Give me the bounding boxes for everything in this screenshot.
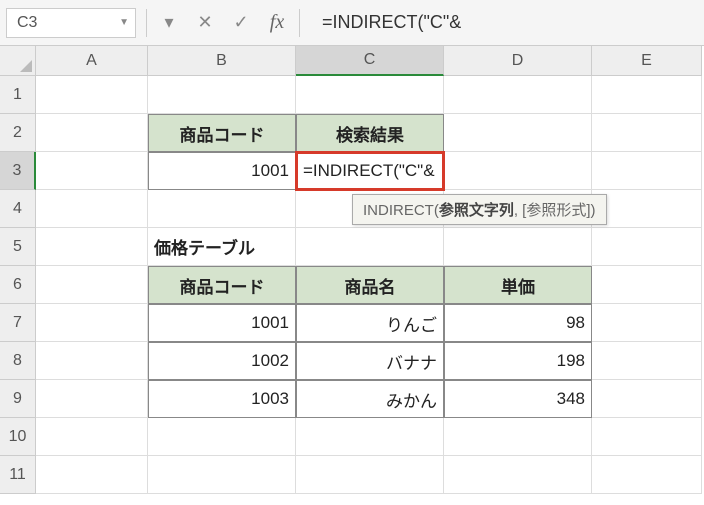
- row-header[interactable]: 9: [0, 380, 36, 418]
- cell[interactable]: [444, 152, 592, 190]
- cell[interactable]: [444, 456, 592, 494]
- cell[interactable]: [592, 190, 702, 228]
- cell[interactable]: [444, 114, 592, 152]
- cell[interactable]: [592, 418, 702, 456]
- cell[interactable]: [148, 418, 296, 456]
- row-headers: 1 2 3 4 5 6 7 8 9 10 11: [0, 76, 36, 494]
- formula-bar: C3 ▼ ▾ ✕ ✓ fx =INDIRECT("C"&: [0, 0, 704, 46]
- cell[interactable]: バナナ: [296, 342, 444, 380]
- cell[interactable]: [36, 228, 148, 266]
- cell[interactable]: [148, 190, 296, 228]
- cell[interactable]: [36, 190, 148, 228]
- cell[interactable]: [36, 152, 148, 190]
- cancel-icon[interactable]: ✕: [187, 0, 223, 46]
- cell[interactable]: [592, 456, 702, 494]
- cell[interactable]: みかん: [296, 380, 444, 418]
- cell[interactable]: [592, 228, 702, 266]
- cell[interactable]: [296, 456, 444, 494]
- spreadsheet: A B C D E 1 2 3 4 5 6 7 8 9 10 11: [0, 46, 704, 494]
- cell[interactable]: [148, 76, 296, 114]
- cell[interactable]: 1001: [148, 304, 296, 342]
- col-header[interactable]: A: [36, 46, 148, 76]
- divider: [146, 9, 147, 37]
- divider: [299, 9, 300, 37]
- cell[interactable]: [592, 342, 702, 380]
- cell[interactable]: [148, 456, 296, 494]
- cell[interactable]: 1002: [148, 342, 296, 380]
- col-header[interactable]: E: [592, 46, 702, 76]
- table-title[interactable]: 価格テーブル: [148, 228, 296, 266]
- row-header[interactable]: 4: [0, 190, 36, 228]
- tooltip-rest: , [参照形式]): [514, 202, 596, 219]
- cell[interactable]: 98: [444, 304, 592, 342]
- chevron-down-icon[interactable]: ▼: [119, 17, 129, 28]
- row-header[interactable]: 8: [0, 342, 36, 380]
- row-header[interactable]: 7: [0, 304, 36, 342]
- header-cell[interactable]: 商品名: [296, 266, 444, 304]
- cell[interactable]: [592, 114, 702, 152]
- fx-icon[interactable]: fx: [259, 0, 295, 46]
- cell[interactable]: [36, 380, 148, 418]
- cell[interactable]: [36, 114, 148, 152]
- header-cell[interactable]: 商品コード: [148, 266, 296, 304]
- row-header[interactable]: 1: [0, 76, 36, 114]
- grid: 商品コード 検索結果 1001 =INDIRECT("C"&: [36, 76, 702, 494]
- cell[interactable]: [444, 76, 592, 114]
- header-cell[interactable]: 検索結果: [296, 114, 444, 152]
- cell[interactable]: 1003: [148, 380, 296, 418]
- select-all-corner[interactable]: [0, 46, 36, 76]
- header-cell[interactable]: 単価: [444, 266, 592, 304]
- col-header[interactable]: D: [444, 46, 592, 76]
- cell[interactable]: 1001: [148, 152, 296, 190]
- formula-input[interactable]: =INDIRECT("C"&: [304, 12, 704, 33]
- row-header[interactable]: 11: [0, 456, 36, 494]
- row-header[interactable]: 2: [0, 114, 36, 152]
- col-header[interactable]: C: [296, 46, 444, 76]
- cell[interactable]: [36, 456, 148, 494]
- cell[interactable]: [36, 342, 148, 380]
- name-box[interactable]: C3 ▼: [6, 8, 136, 38]
- row-header[interactable]: 3: [0, 152, 36, 190]
- cell[interactable]: [444, 418, 592, 456]
- tooltip-fn: INDIRECT(: [363, 202, 439, 219]
- cell[interactable]: [444, 228, 592, 266]
- cell[interactable]: [592, 304, 702, 342]
- cell[interactable]: [592, 266, 702, 304]
- cell[interactable]: 348: [444, 380, 592, 418]
- name-box-value: C3: [17, 14, 37, 32]
- cell[interactable]: [592, 152, 702, 190]
- cell[interactable]: [36, 304, 148, 342]
- cell[interactable]: [36, 266, 148, 304]
- active-cell[interactable]: =INDIRECT("C"&: [296, 152, 444, 190]
- column-headers: A B C D E: [36, 46, 702, 76]
- cell[interactable]: りんご: [296, 304, 444, 342]
- row-header[interactable]: 6: [0, 266, 36, 304]
- tooltip-arg[interactable]: 参照文字列: [439, 202, 514, 219]
- function-tooltip: INDIRECT(参照文字列, [参照形式]): [352, 194, 607, 225]
- dropdown-icon[interactable]: ▾: [151, 0, 187, 46]
- cell[interactable]: [296, 418, 444, 456]
- cell[interactable]: [296, 228, 444, 266]
- cell[interactable]: 198: [444, 342, 592, 380]
- cell[interactable]: [36, 76, 148, 114]
- row-header[interactable]: 10: [0, 418, 36, 456]
- confirm-icon[interactable]: ✓: [223, 0, 259, 46]
- cell[interactable]: [296, 76, 444, 114]
- cell[interactable]: [36, 418, 148, 456]
- cell[interactable]: [592, 380, 702, 418]
- col-header[interactable]: B: [148, 46, 296, 76]
- cell[interactable]: [592, 76, 702, 114]
- row-header[interactable]: 5: [0, 228, 36, 266]
- header-cell[interactable]: 商品コード: [148, 114, 296, 152]
